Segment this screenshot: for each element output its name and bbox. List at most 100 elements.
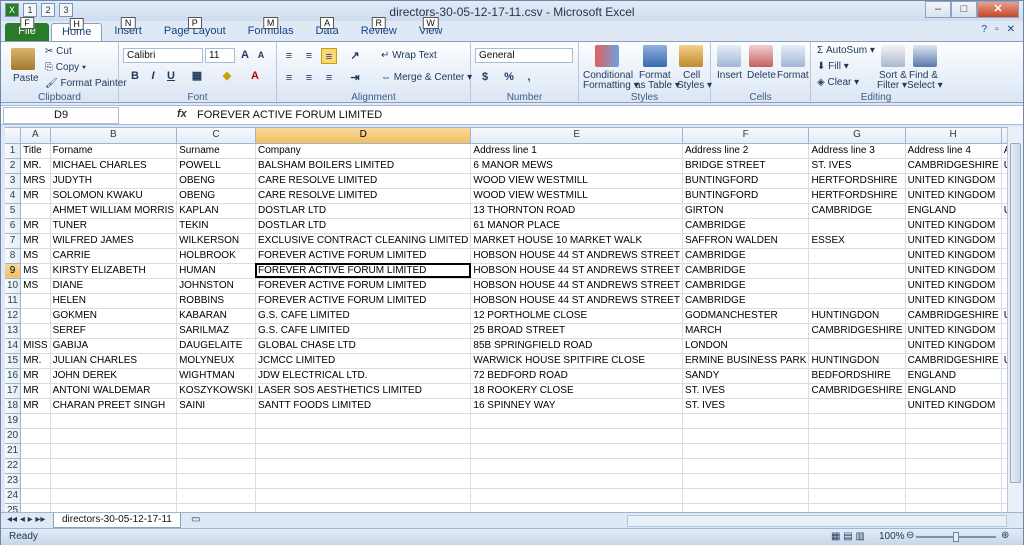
cell[interactable]: CARE RESOLVE LIMITED: [255, 188, 472, 204]
cell[interactable]: MISS: [20, 338, 51, 354]
comma-button[interactable]: ,: [521, 69, 537, 85]
cell[interactable]: 25 BROAD STREET: [470, 323, 683, 339]
cell[interactable]: KABARAN: [176, 308, 256, 324]
cell[interactable]: 16 SPINNEY WAY: [470, 398, 683, 414]
fill-button[interactable]: ⬇ Fill ▾: [817, 61, 849, 72]
cell[interactable]: [808, 443, 906, 459]
cell[interactable]: [20, 428, 51, 444]
row-header[interactable]: 12: [5, 308, 22, 324]
cell[interactable]: [470, 413, 683, 429]
cell[interactable]: [50, 443, 178, 459]
row-header[interactable]: 15: [5, 353, 22, 369]
cell[interactable]: MRS: [20, 173, 51, 189]
cell[interactable]: [808, 263, 906, 279]
cell[interactable]: [176, 458, 256, 474]
cell[interactable]: SEREF: [50, 323, 178, 339]
cell[interactable]: MR: [20, 368, 51, 384]
cell[interactable]: UNITED KINGDOM: [905, 218, 1002, 234]
indent-icon[interactable]: ⇥: [347, 70, 363, 86]
cell[interactable]: [905, 413, 1002, 429]
cell[interactable]: UNITED KINGDOM: [905, 263, 1002, 279]
cell[interactable]: CAMBRIDGE: [808, 203, 906, 219]
cell[interactable]: KIRSTY ELIZABETH: [50, 263, 178, 279]
row-header[interactable]: 2: [5, 158, 22, 174]
cell[interactable]: [50, 473, 178, 489]
cell[interactable]: BUNTINGFORD: [682, 188, 810, 204]
cell[interactable]: WIGHTMAN: [176, 368, 256, 384]
cell[interactable]: WILFRED JAMES: [50, 233, 178, 249]
zoom-level[interactable]: 100%: [879, 531, 905, 542]
cell[interactable]: [905, 458, 1002, 474]
sheet-tab[interactable]: directors-30-05-12-17-11: [53, 513, 181, 528]
cell[interactable]: [808, 218, 906, 234]
cell[interactable]: ESSEX: [808, 233, 906, 249]
align-left-icon[interactable]: ≡: [281, 70, 297, 86]
cell[interactable]: CAMBRIDGESHIRE: [905, 158, 1002, 174]
cell[interactable]: MR: [20, 383, 51, 399]
row-header[interactable]: 20: [5, 428, 22, 444]
cell[interactable]: [808, 413, 906, 429]
cell[interactable]: UNITED KINGDOM: [905, 173, 1002, 189]
row-header[interactable]: 9: [5, 263, 22, 279]
cell[interactable]: POWELL: [176, 158, 256, 174]
cell[interactable]: CARE RESOLVE LIMITED: [255, 173, 472, 189]
autosum-button[interactable]: Σ AutoSum ▾: [817, 45, 875, 56]
cell[interactable]: BEDFORDSHIRE: [808, 368, 906, 384]
cell[interactable]: UNITED KINGDOM: [905, 278, 1002, 294]
cell[interactable]: ERMINE BUSINESS PARK: [682, 353, 810, 369]
cell[interactable]: Forname: [50, 143, 178, 159]
orientation-icon[interactable]: ↗: [347, 48, 363, 64]
copy-button[interactable]: ⎘ Copy ▾: [45, 62, 86, 73]
cell[interactable]: CAMBRIDGE: [682, 218, 810, 234]
row-header[interactable]: 22: [5, 458, 22, 474]
cell[interactable]: [20, 488, 51, 504]
cell[interactable]: MICHAEL CHARLES: [50, 158, 178, 174]
row-header[interactable]: 17: [5, 383, 22, 399]
cell[interactable]: BUNTINGFORD: [682, 173, 810, 189]
cell[interactable]: [20, 473, 51, 489]
cell[interactable]: Surname: [176, 143, 256, 159]
cell[interactable]: SANTT FOODS LIMITED: [255, 398, 472, 414]
tab-review[interactable]: Review R: [351, 17, 407, 41]
horizontal-scrollbar[interactable]: [627, 515, 1007, 527]
column-header[interactable]: F: [682, 128, 810, 144]
cell-styles-icon[interactable]: [679, 45, 703, 67]
cell[interactable]: [682, 488, 810, 504]
cell[interactable]: UNITED KINGDOM: [905, 293, 1002, 309]
cell[interactable]: GOKMEN: [50, 308, 178, 324]
sheet-nav-arrows-icon[interactable]: ◂◂ ◂ ▸ ▸▸: [7, 514, 45, 525]
align-bottom-icon[interactable]: ≡: [321, 48, 337, 64]
cell[interactable]: ST. IVES: [682, 398, 810, 414]
vertical-scrollbar[interactable]: [1007, 127, 1023, 512]
cell[interactable]: ENGLAND: [905, 383, 1002, 399]
cell[interactable]: 6 MANOR MEWS: [470, 158, 683, 174]
cell[interactable]: TUNER: [50, 218, 178, 234]
cell[interactable]: FOREVER ACTIVE FORUM LIMITED: [255, 278, 472, 294]
zoom-in-icon[interactable]: ⊕: [1001, 530, 1009, 541]
cell[interactable]: [808, 488, 906, 504]
paste-button[interactable]: Paste: [13, 73, 39, 84]
tab-insert[interactable]: Insert N: [104, 17, 152, 41]
borders-icon[interactable]: ▦: [189, 68, 205, 84]
cell[interactable]: [20, 413, 51, 429]
cell[interactable]: GODMANCHESTER: [682, 308, 810, 324]
row-header[interactable]: 16: [5, 368, 22, 384]
cell[interactable]: OBENG: [176, 188, 256, 204]
currency-button[interactable]: $: [477, 69, 493, 85]
cell[interactable]: 12 PORTHOLME CLOSE: [470, 308, 683, 324]
cell[interactable]: [50, 428, 178, 444]
row-header[interactable]: 19: [5, 413, 22, 429]
cell[interactable]: HOBSON HOUSE 44 ST ANDREWS STREET: [470, 278, 683, 294]
cell[interactable]: MARKET HOUSE 10 MARKET WALK: [470, 233, 683, 249]
minimize-button[interactable]: –: [925, 1, 951, 18]
cell[interactable]: 13 THORNTON ROAD: [470, 203, 683, 219]
shrink-font-button[interactable]: A: [253, 47, 269, 63]
cell[interactable]: CARRIE: [50, 248, 178, 264]
cell[interactable]: [255, 413, 472, 429]
cell[interactable]: [808, 278, 906, 294]
cell[interactable]: [176, 503, 256, 512]
cell[interactable]: EXCLUSIVE CONTRACT CLEANING LIMITED: [255, 233, 472, 249]
cell[interactable]: ENGLAND: [905, 203, 1002, 219]
column-header[interactable]: H: [905, 128, 1002, 144]
cell[interactable]: [905, 488, 1002, 504]
